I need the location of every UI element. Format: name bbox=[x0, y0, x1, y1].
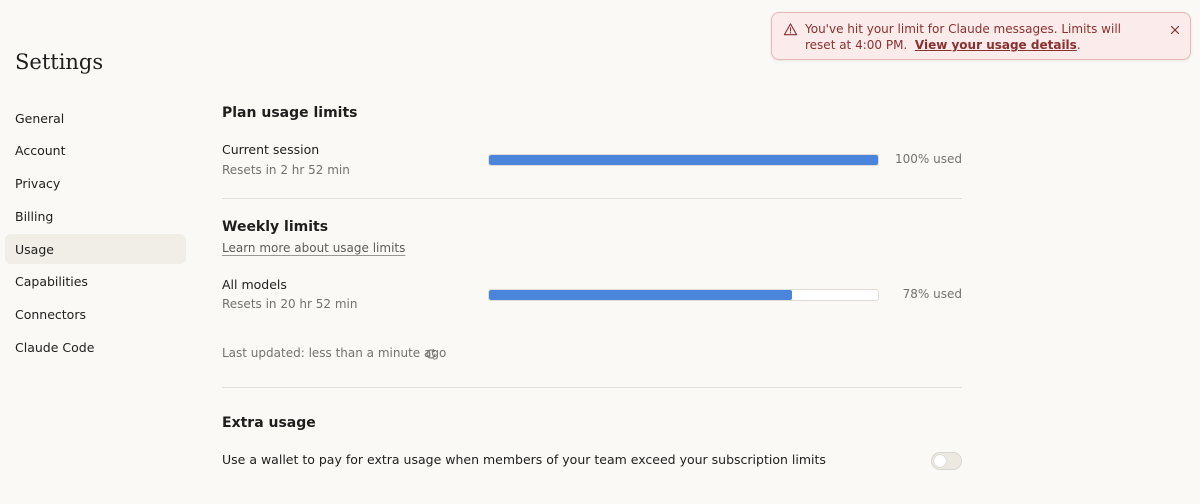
all-models-label: All models bbox=[222, 277, 287, 292]
sidebar-item-claude-code[interactable]: Claude Code bbox=[5, 333, 186, 363]
sidebar-item-privacy[interactable]: Privacy bbox=[5, 169, 186, 199]
sidebar-item-connectors[interactable]: Connectors bbox=[5, 300, 186, 330]
toggle-knob bbox=[934, 455, 946, 467]
all-models-progress-bar bbox=[488, 289, 879, 301]
sidebar-item-usage[interactable]: Usage bbox=[5, 234, 186, 265]
extra-usage-toggle[interactable] bbox=[931, 452, 962, 470]
divider bbox=[222, 198, 962, 199]
extra-usage-description: Use a wallet to pay for extra usage when… bbox=[222, 452, 826, 467]
current-session-percent: 100% used bbox=[895, 152, 962, 166]
weekly-limits-title: Weekly limits bbox=[222, 219, 329, 235]
plan-usage-title: Plan usage limits bbox=[222, 105, 358, 121]
alert-suffix: . bbox=[1076, 38, 1081, 52]
sidebar-item-capabilities[interactable]: Capabilities bbox=[5, 267, 186, 297]
current-session-label: Current session bbox=[222, 142, 320, 157]
extra-usage-title: Extra usage bbox=[222, 415, 316, 431]
view-usage-details-link[interactable]: View your usage details bbox=[915, 38, 1077, 52]
current-session-reset: Resets in 2 hr 52 min bbox=[222, 163, 350, 177]
sidebar-item-general[interactable]: General bbox=[5, 103, 186, 133]
learn-more-link[interactable]: Learn more about usage limits bbox=[222, 241, 405, 255]
refresh-icon[interactable] bbox=[425, 348, 437, 360]
current-session-progress-bar bbox=[488, 154, 879, 166]
last-updated-text: Last updated: less than a minute ago bbox=[222, 346, 447, 360]
divider bbox=[222, 387, 962, 388]
all-models-percent: 78% used bbox=[902, 287, 962, 301]
sidebar-item-billing[interactable]: Billing bbox=[5, 201, 186, 231]
close-icon[interactable] bbox=[1169, 24, 1181, 36]
warning-triangle-icon bbox=[783, 23, 798, 36]
settings-sidebar: General Account Privacy Billing Usage Ca… bbox=[5, 103, 186, 365]
all-models-progress-fill bbox=[489, 290, 793, 300]
sidebar-item-account[interactable]: Account bbox=[5, 136, 186, 166]
current-session-progress-fill bbox=[489, 155, 878, 165]
all-models-reset: Resets in 20 hr 52 min bbox=[222, 297, 358, 311]
page-title: Settings bbox=[15, 50, 104, 74]
alert-message: You've hit your limit for Claude message… bbox=[805, 21, 1155, 53]
usage-limit-alert: You've hit your limit for Claude message… bbox=[771, 12, 1191, 60]
